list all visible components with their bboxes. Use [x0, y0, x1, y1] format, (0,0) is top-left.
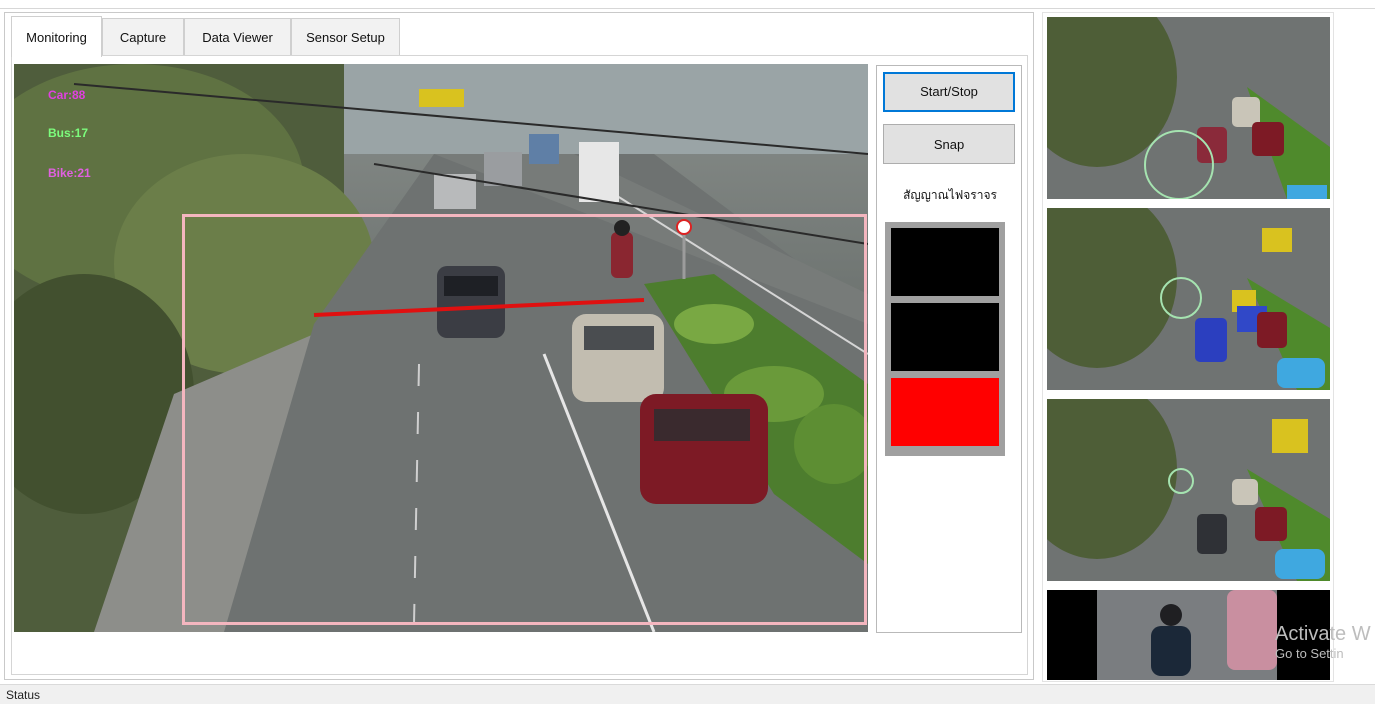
- signal-lamp-top: [891, 228, 999, 296]
- tab-capture[interactable]: Capture: [102, 18, 184, 56]
- status-bar: Status: [0, 684, 1375, 704]
- control-panel: Start/Stop Snap สัญญาณไฟจราจร: [876, 65, 1022, 633]
- bike-counter: Bike:21: [48, 166, 91, 180]
- bus-counter: Bus:17: [48, 126, 89, 140]
- traffic-signal-label: สัญญาณไฟจราจร: [903, 188, 997, 202]
- signal-lamp-middle: [891, 303, 999, 371]
- tab-monitoring[interactable]: Monitoring: [11, 16, 102, 57]
- start-stop-button[interactable]: Start/Stop: [883, 72, 1015, 112]
- camera-thumbnail-list: [1042, 12, 1334, 682]
- camera-thumbnail-1[interactable]: [1047, 17, 1330, 199]
- watermark-line-2: Go to Settin: [1275, 646, 1344, 661]
- top-divider: [0, 8, 1375, 9]
- camera-view: Car:88 Bus:17 Bike:21: [14, 64, 868, 632]
- camera-thumbnail-2[interactable]: [1047, 208, 1330, 390]
- status-label: Status: [6, 688, 41, 702]
- activation-watermark: Activate W Go to Settin: [1275, 622, 1371, 662]
- camera-thumbnail-3[interactable]: [1047, 399, 1330, 581]
- traffic-scene: [14, 64, 868, 632]
- watermark-line-1: Activate W: [1275, 623, 1371, 645]
- traffic-signal-panel: [885, 222, 1005, 456]
- tab-data-viewer[interactable]: Data Viewer: [184, 18, 291, 56]
- signal-lamp-bottom: [891, 378, 999, 446]
- car-counter: Car:88: [48, 88, 86, 102]
- tab-sensor-setup[interactable]: Sensor Setup: [291, 18, 400, 56]
- snap-button[interactable]: Snap: [883, 124, 1015, 164]
